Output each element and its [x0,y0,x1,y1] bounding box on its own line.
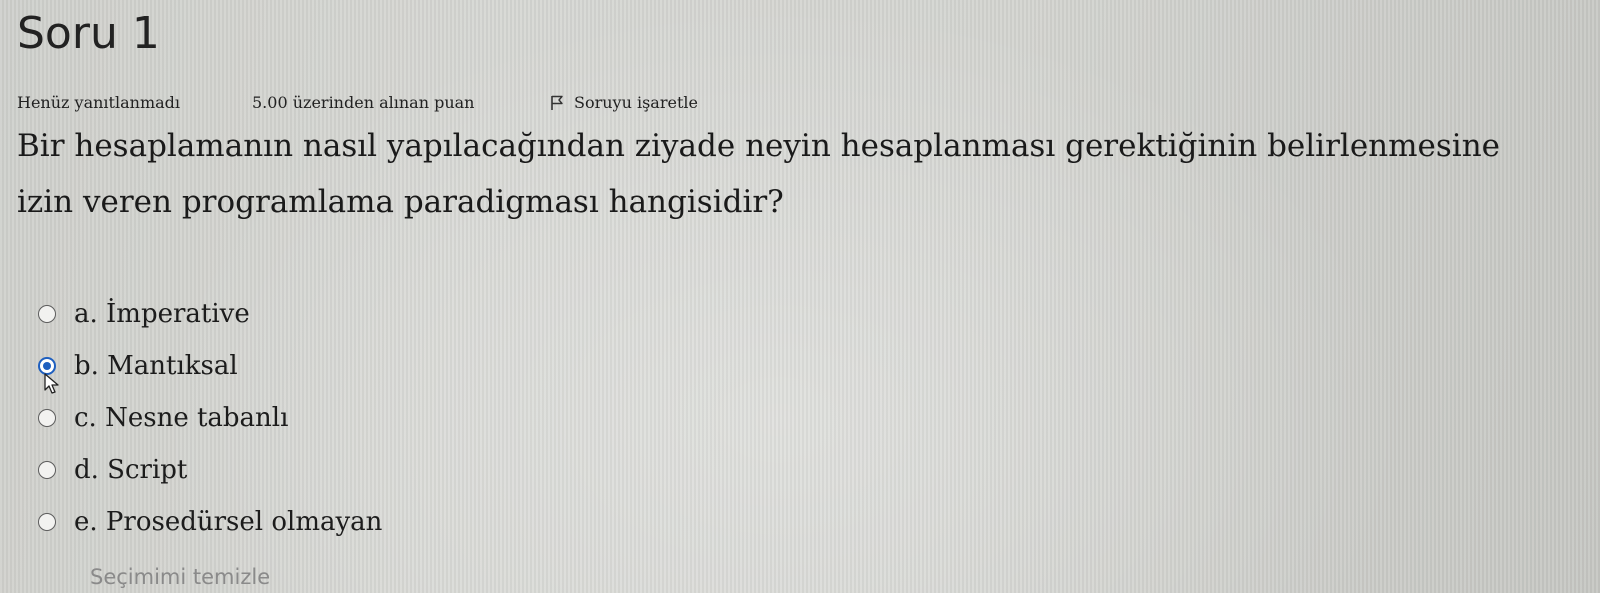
answer-option-e[interactable]: e. Prosedürsel olmayan [38,500,382,544]
answer-option-d[interactable]: d. Script [38,448,187,492]
flag-question-button[interactable]: Soruyu işaretle [550,92,698,114]
radio-button-b[interactable] [38,357,56,375]
clear-selection-link[interactable]: Seçimimi temizle [90,561,270,593]
answer-option-c[interactable]: c. Nesne tabanlı [38,396,288,440]
flag-icon [550,95,564,111]
question-container: Soru 1 Henüz yanıtlanmadı 5.00 üzerinden… [0,0,1600,593]
answer-option-a[interactable]: a. İmperative [38,292,250,336]
answer-label-e: e. Prosedürsel olmayan [74,507,383,537]
flag-question-label: Soruyu işaretle [574,93,698,112]
answer-label-a: a. İmperative [74,299,250,329]
radio-button-c[interactable] [38,409,56,427]
answer-label-c: c. Nesne tabanlı [74,403,289,433]
question-text-line-1: Bir hesaplamanın nasıl yapılacağından zi… [17,128,1501,164]
answer-option-b[interactable]: b. Mantıksal [38,344,238,388]
radio-button-d[interactable] [38,461,56,479]
question-text: Bir hesaplamanın nasıl yapılacağından zi… [17,118,1600,230]
question-text-line-2: izin veren programlama paradigması hangi… [17,184,784,220]
radio-button-a[interactable] [38,305,56,323]
answer-label-b: b. Mantıksal [74,351,238,381]
answer-label-d: d. Script [74,455,188,485]
question-status: Henüz yanıtlanmadı [17,93,181,112]
question-points: 5.00 üzerinden alınan puan [252,93,475,112]
question-title: Soru 1 [17,8,160,59]
radio-button-e[interactable] [38,513,56,531]
